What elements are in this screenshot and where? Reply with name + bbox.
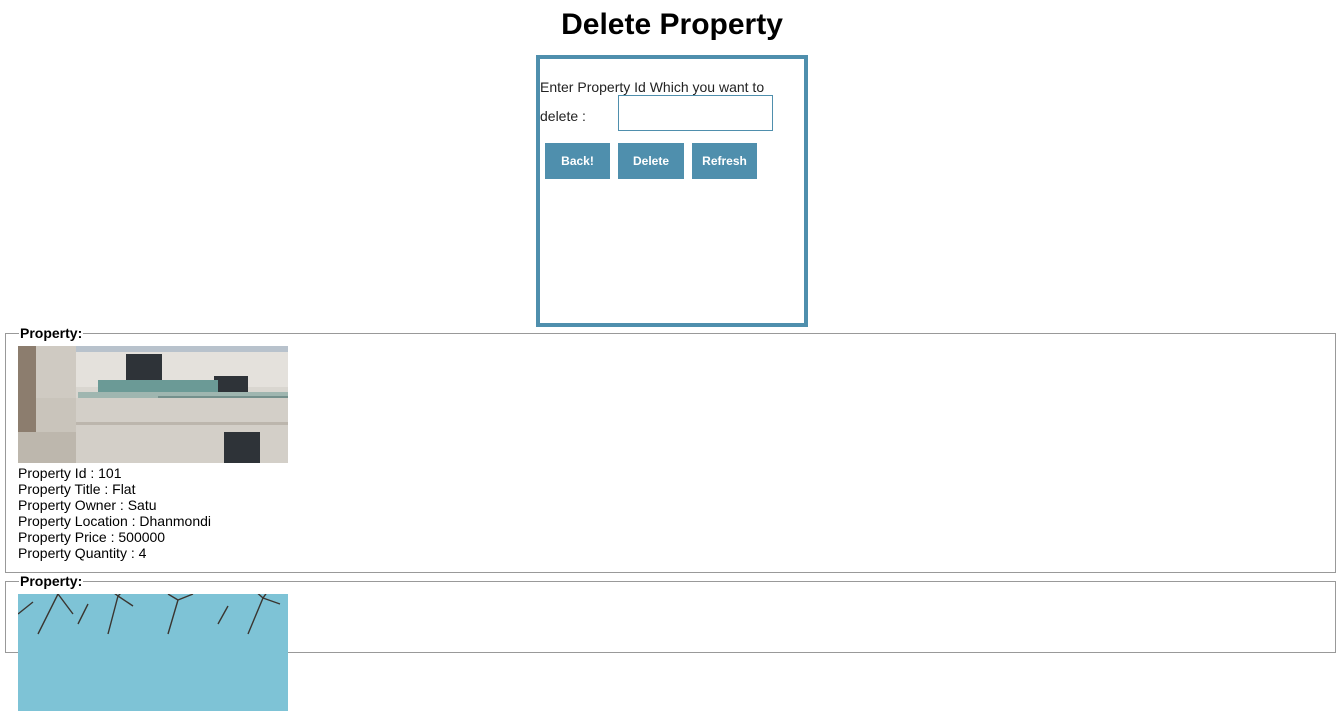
property-legend: Property: (20, 325, 83, 341)
refresh-button[interactable]: Refresh (692, 143, 757, 179)
property-location-text: Property Location : Dhanmondi (18, 513, 211, 529)
property-card: Property: (5, 573, 1336, 711)
property-id-input[interactable] (618, 95, 773, 131)
property-id-text: Property Id : 101 (18, 465, 122, 481)
prompt-label-line2: delete : (540, 108, 586, 124)
property-price-text: Property Price : 500000 (18, 529, 166, 545)
delete-form-box: Enter Property Id Which you want to dele… (536, 55, 808, 327)
delete-button[interactable]: Delete (618, 143, 684, 179)
property-image-building (18, 346, 288, 463)
property-quantity-text: Property Quantity : 4 (18, 545, 147, 561)
property-card: Property: Property Id : 101 Property Tit… (5, 325, 1336, 573)
property-owner-text: Property Owner : Satu (18, 497, 157, 513)
property-details: Property Id : 101 Property Title : Flat … (18, 465, 1323, 561)
property-legend: Property: (20, 573, 83, 589)
property-image-trees (18, 594, 288, 711)
prompt-label-line1: Enter Property Id Which you want to (540, 79, 765, 95)
back-button[interactable]: Back! (545, 143, 610, 179)
page-title: Delete Property (561, 8, 783, 41)
property-title-text: Property Title : Flat (18, 481, 136, 497)
